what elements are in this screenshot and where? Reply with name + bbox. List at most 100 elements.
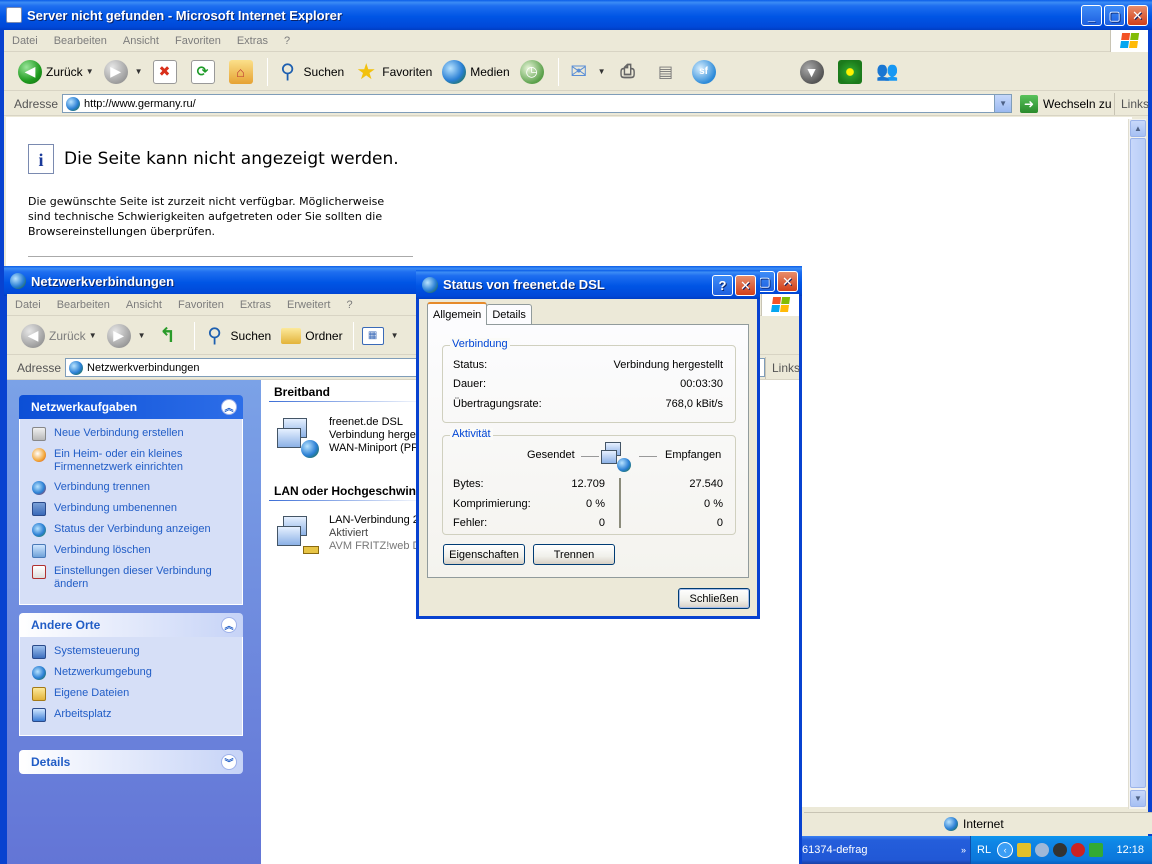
ie-menubar: Datei Bearbeiten Ansicht Favoriten Extra…	[4, 29, 1148, 52]
properties-button[interactable]: Eigenschaften	[443, 544, 525, 565]
menu-help[interactable]: ?	[284, 35, 290, 47]
edit-button[interactable]: ▤	[654, 60, 682, 84]
collapse-up-icon[interactable]: ︽	[221, 617, 237, 633]
net-back-button[interactable]: ◀ Zurück ▼	[21, 323, 97, 348]
net-back-dropdown-icon[interactable]: ▼	[89, 331, 97, 340]
net-links-button[interactable]: Links	[765, 356, 800, 379]
net-forward-dropdown-icon[interactable]: ▼	[138, 331, 146, 340]
task-new-connection[interactable]: Neue Verbindung erstellen	[32, 427, 242, 441]
messenger-button[interactable]: 👥	[876, 60, 904, 84]
history-button[interactable]: ◷	[519, 59, 548, 84]
dsl-tray-icon[interactable]	[1017, 843, 1032, 857]
net-menu-tools[interactable]: Extras	[240, 299, 271, 311]
scroll-down-icon[interactable]: ▼	[1130, 790, 1146, 807]
address-label: Adresse	[14, 96, 59, 111]
address-input[interactable]: http://www.germany.ru/ ▼	[62, 94, 1013, 113]
mail-dropdown-icon[interactable]: ▼	[598, 67, 606, 76]
links-button[interactable]: Links	[1114, 92, 1149, 115]
net-menu-favorites[interactable]: Favoriten	[178, 299, 224, 311]
other-places-header[interactable]: Andere Orte ︽	[19, 613, 243, 637]
refresh-button[interactable]: ⟳	[190, 59, 219, 84]
mail-button[interactable]: ✉ ▼	[567, 60, 606, 84]
show-hidden-icons-button[interactable]: ‹	[997, 842, 1014, 858]
search-button[interactable]: ⚲ Suchen	[276, 60, 345, 84]
tab-details[interactable]: Details	[486, 304, 532, 325]
menu-tools[interactable]: Extras	[237, 35, 268, 47]
stop-button[interactable]: ✖	[152, 59, 181, 84]
forward-arrow-icon: ▶	[103, 59, 128, 84]
network-icon	[10, 273, 26, 289]
task-rename[interactable]: Verbindung umbenennen	[32, 502, 242, 516]
back-dropdown-icon[interactable]: ▼	[86, 67, 94, 76]
disconnect-button[interactable]: Trennen	[533, 544, 615, 565]
rate-row: Übertragungsrate: 768,0 kBit/s	[453, 398, 723, 410]
app-tray-icon[interactable]	[1089, 843, 1104, 857]
antivirus-tray-icon[interactable]	[1071, 843, 1086, 857]
forward-dropdown-icon[interactable]: ▼	[135, 67, 143, 76]
network-tasks-header[interactable]: Netzwerkaufgaben ︽	[19, 395, 243, 419]
addon-button-2[interactable]	[837, 59, 866, 84]
dialog-titlebar[interactable]: Status von freenet.de DSL ? ✕	[416, 270, 760, 299]
close-dialog-button[interactable]: Schließen	[678, 588, 750, 609]
back-button[interactable]: ◀ Zurück ▼	[18, 59, 94, 84]
details-header[interactable]: Details ︾	[19, 750, 243, 774]
task-delete[interactable]: Verbindung löschen	[32, 544, 242, 558]
net-menu-file[interactable]: Datei	[15, 299, 41, 311]
task-settings[interactable]: Einstellungen dieser Verbindung ändern	[32, 565, 242, 591]
views-dropdown-icon[interactable]: ▼	[391, 331, 399, 340]
net-search-button[interactable]: ⚲ Suchen	[203, 324, 271, 348]
menu-edit[interactable]: Bearbeiten	[54, 35, 107, 47]
net-menu-view[interactable]: Ansicht	[126, 299, 162, 311]
compression-label: Komprimierung:	[453, 498, 531, 510]
connection-dsl[interactable]: freenet.de DSL Verbindung hergestellt WA…	[277, 416, 427, 460]
close-button[interactable]: ✕	[1127, 5, 1148, 26]
go-button[interactable]: ➜ Wechseln zu	[1020, 94, 1112, 113]
activity-divider	[619, 478, 621, 528]
place-network-neighborhood[interactable]: Netzwerkumgebung	[32, 666, 242, 680]
help-button[interactable]: ?	[712, 275, 733, 296]
net-menu-advanced[interactable]: Erweitert	[287, 299, 330, 311]
address-dropdown-icon[interactable]: ▼	[994, 95, 1012, 112]
menu-favorites[interactable]: Favoriten	[175, 35, 221, 47]
net-forward-button[interactable]: ▶ ▼	[106, 323, 146, 348]
net-close-button[interactable]: ✕	[777, 271, 798, 292]
folders-button[interactable]: Ordner	[281, 327, 343, 344]
tray-expand-icon[interactable]: »	[961, 845, 966, 855]
language-indicator[interactable]: RL	[977, 844, 991, 856]
dialog-close-button[interactable]: ✕	[735, 275, 756, 296]
place-my-documents[interactable]: Eigene Dateien	[32, 687, 242, 701]
ie-titlebar[interactable]: Server nicht gefunden - Microsoft Intern…	[0, 0, 1152, 30]
taskbar-button[interactable]: 61374-defrag	[800, 838, 950, 862]
forward-button[interactable]: ▶ ▼	[103, 59, 143, 84]
connection-lan[interactable]: LAN-Verbindung 2 Aktiviert AVM FRITZ!web…	[277, 514, 427, 558]
menu-file[interactable]: Datei	[12, 35, 38, 47]
tab-general[interactable]: Allgemein	[427, 302, 488, 325]
search-label: Suchen	[303, 64, 345, 79]
up-button[interactable]: ↰	[156, 324, 184, 348]
sf-button[interactable]: sf	[691, 59, 720, 84]
vertical-scrollbar[interactable]: ▲ ▼	[1128, 119, 1146, 809]
task-disconnect[interactable]: Verbindung trennen	[32, 481, 242, 495]
views-button[interactable]: ▦ ▼	[361, 326, 399, 345]
expand-down-icon[interactable]: ︾	[221, 754, 237, 770]
clock[interactable]: 12:18	[1116, 844, 1144, 856]
bug-tray-icon[interactable]	[1053, 843, 1068, 857]
network-tray-icon[interactable]	[1035, 843, 1050, 857]
home-button[interactable]: ⌂	[228, 59, 257, 84]
menu-view[interactable]: Ansicht	[123, 35, 159, 47]
net-menu-edit[interactable]: Bearbeiten	[57, 299, 110, 311]
maximize-button[interactable]: ▢	[1104, 5, 1125, 26]
task-show-status[interactable]: Status der Verbindung anzeigen	[32, 523, 242, 537]
minimize-button[interactable]: _	[1081, 5, 1102, 26]
print-button[interactable]: ⎙	[616, 60, 644, 84]
task-home-network[interactable]: Ein Heim- oder ein kleines Firmennetzwer…	[32, 448, 242, 474]
scroll-thumb[interactable]	[1130, 138, 1146, 788]
scroll-up-icon[interactable]: ▲	[1130, 120, 1146, 137]
media-button[interactable]: Medien	[442, 59, 510, 84]
favorites-button[interactable]: ★ Favoriten	[354, 59, 432, 84]
place-my-computer[interactable]: Arbeitsplatz	[32, 708, 242, 722]
collapse-up-icon[interactable]: ︽	[221, 399, 237, 415]
place-control-panel[interactable]: Systemsteuerung	[32, 645, 242, 659]
addon-button-1[interactable]: ▼	[799, 59, 828, 84]
net-menu-help[interactable]: ?	[346, 299, 352, 311]
